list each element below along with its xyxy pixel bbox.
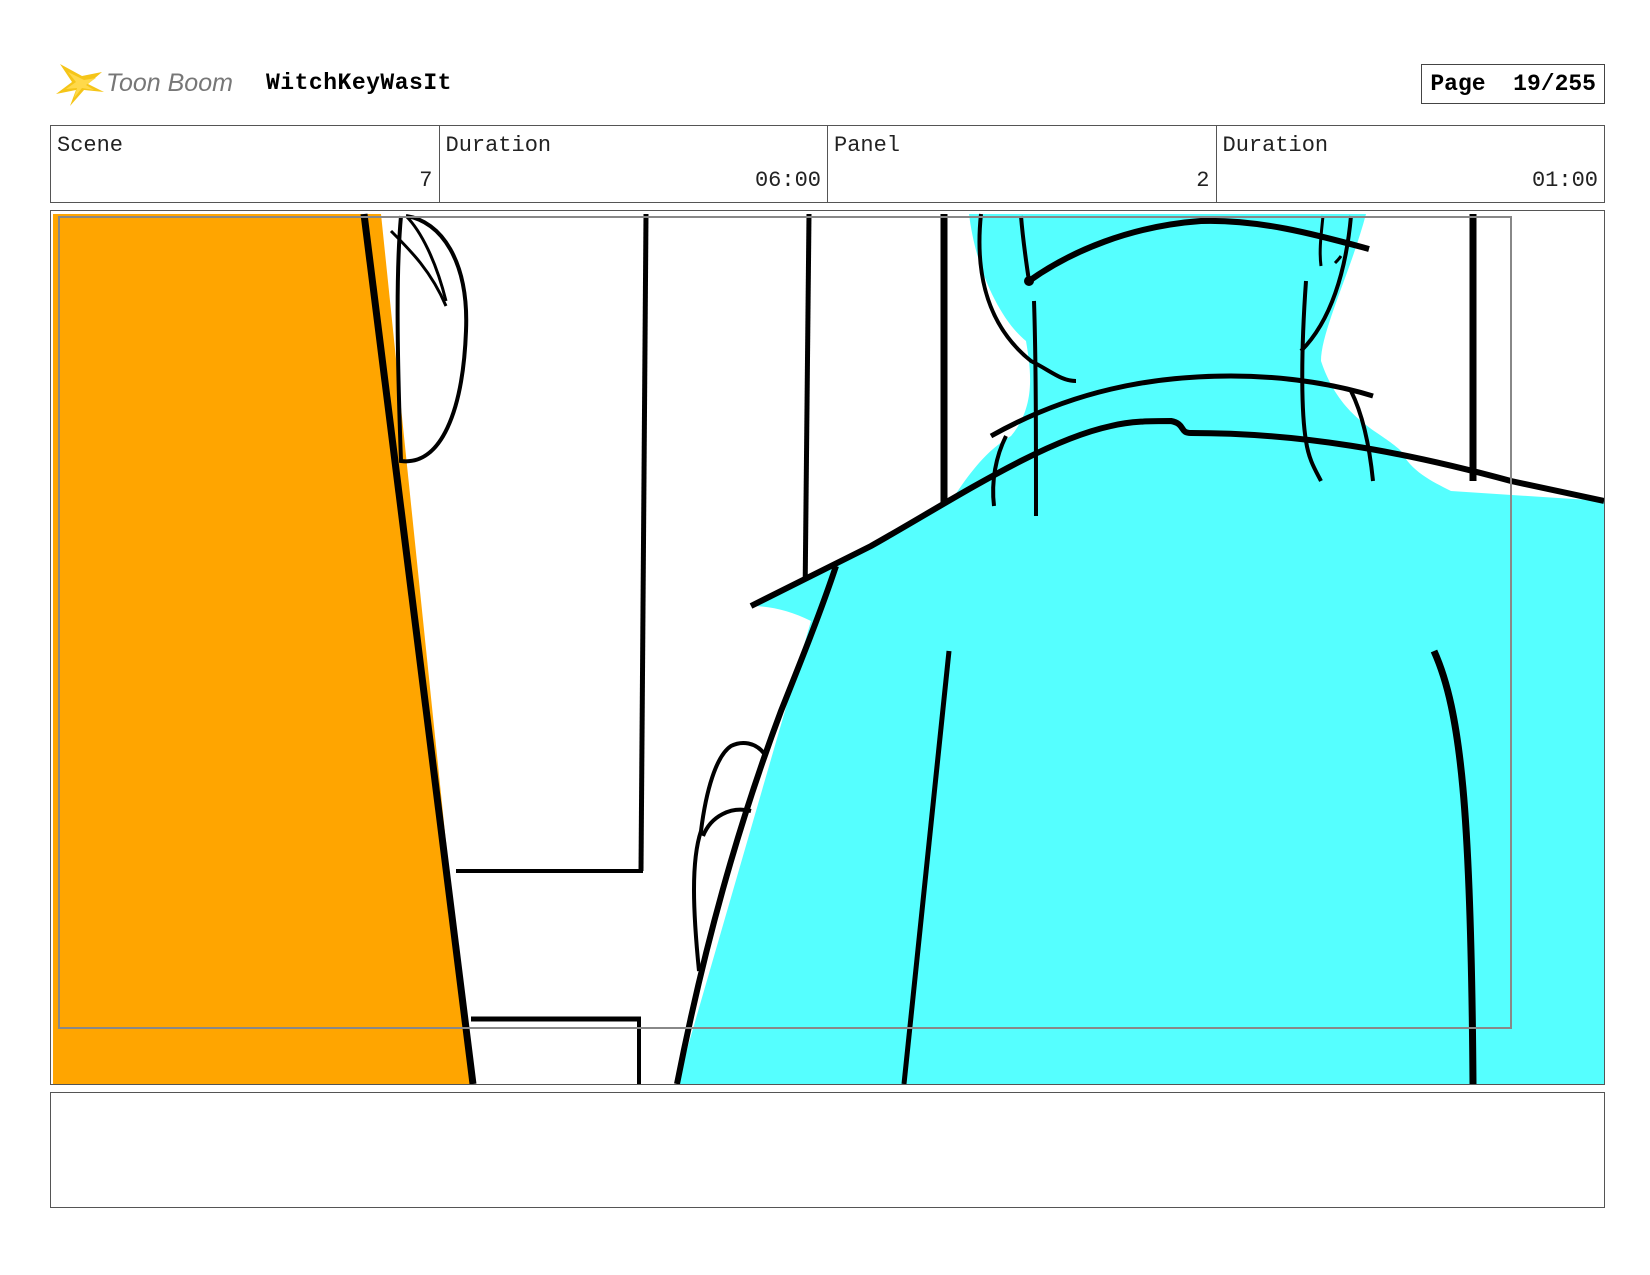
scene-duration-value: 06:00 xyxy=(754,168,821,193)
orange-figure-shape xyxy=(53,214,471,1084)
scene-duration-cell: Duration 06:00 xyxy=(440,126,828,202)
project-title: WitchKeyWasIt xyxy=(266,70,452,96)
storyboard-header: Toon Boom WitchKeyWasIt Page 19/255 xyxy=(50,56,1605,108)
panel-info-table: Scene 7 Duration 06:00 Panel 2 Duration … xyxy=(50,125,1605,203)
panel-duration-cell: Duration 01:00 xyxy=(1217,126,1605,202)
panel-value: 2 xyxy=(1196,168,1210,193)
scene-value: 7 xyxy=(419,168,433,193)
scene-label: Scene xyxy=(57,133,124,158)
panel-label: Panel xyxy=(834,133,901,158)
logo-wordmark: Toon Boom xyxy=(106,69,233,97)
storyboard-panel-image xyxy=(50,210,1605,1085)
scene-duration-label: Duration xyxy=(445,133,552,158)
panel-duration-value: 01:00 xyxy=(1531,168,1598,193)
page-label: Page xyxy=(1430,71,1486,97)
panel-duration-label: Duration xyxy=(1222,133,1329,158)
toon-boom-logo: Toon Boom xyxy=(54,58,254,108)
cyan-figure-shape xyxy=(677,214,1604,1084)
scene-cell: Scene 7 xyxy=(51,126,440,202)
page-number: 19/255 xyxy=(1513,71,1596,97)
starburst-icon xyxy=(56,64,104,106)
ear-outline xyxy=(395,214,469,464)
panel-cell: Panel 2 xyxy=(828,126,1217,202)
panel-notes-box xyxy=(50,1092,1605,1208)
page-indicator: Page 19/255 xyxy=(1421,64,1605,104)
